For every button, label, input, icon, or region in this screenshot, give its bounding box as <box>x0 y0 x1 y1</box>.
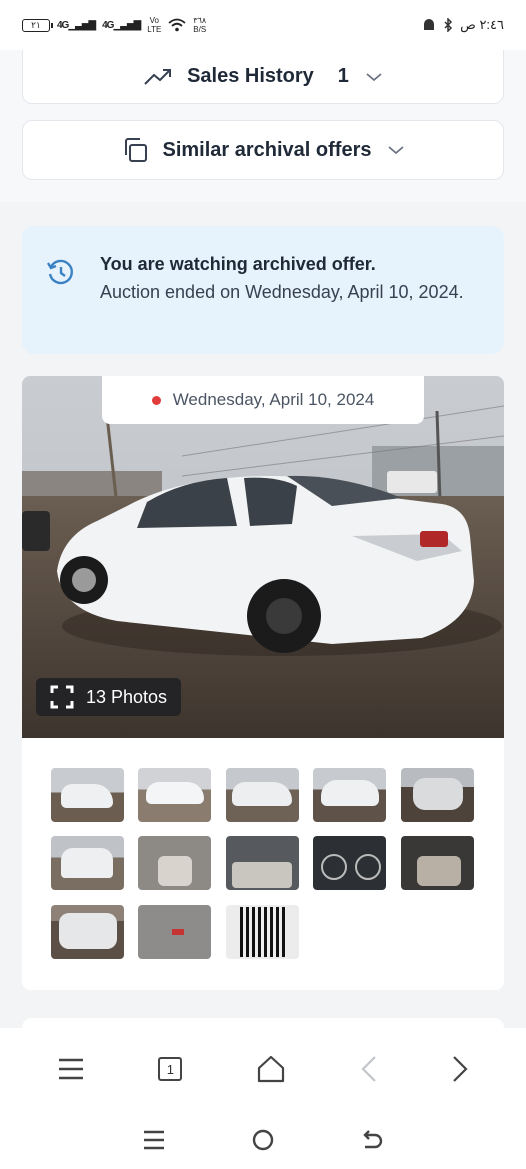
thumbnail[interactable] <box>51 836 124 890</box>
chevron-down-icon <box>365 72 383 82</box>
live-dot-icon <box>151 395 161 405</box>
main-photo[interactable]: Wednesday, April 10, 2024 13 Photos <box>22 376 504 738</box>
signal-icon: 4G▁▃▅▇ <box>57 19 96 31</box>
sales-history-accordion[interactable]: Sales History 1 <box>22 50 504 104</box>
signal-icon-2: 4G▁▃▅▇ <box>102 19 141 31</box>
auction-date: Wednesday, April 10, 2024 <box>172 390 375 409</box>
view-all-photos-button[interactable]: 13 Photos <box>36 678 182 716</box>
thumbnail[interactable] <box>138 905 211 959</box>
android-icon <box>424 19 435 30</box>
history-icon <box>46 258 76 296</box>
tab-count: 1 <box>166 1061 174 1077</box>
chevron-down-icon <box>387 145 405 155</box>
fullscreen-icon <box>50 685 74 709</box>
wifi-icon <box>168 18 186 32</box>
back-icon[interactable] <box>360 1055 378 1083</box>
thumbnail[interactable] <box>138 768 211 822</box>
home-circle-icon[interactable] <box>252 1129 274 1151</box>
clock: ٢:٤٦ ص <box>460 17 504 32</box>
thumbnail[interactable] <box>51 905 124 959</box>
forward-icon[interactable] <box>451 1055 469 1083</box>
home-icon[interactable] <box>256 1054 286 1084</box>
thumbnail[interactable] <box>226 905 299 959</box>
similar-offers-accordion[interactable]: Similar archival offers <box>22 120 504 180</box>
network-speed: ٣٦٨ B/S <box>193 16 207 34</box>
thumbnail[interactable] <box>313 768 386 822</box>
thumbnail[interactable] <box>226 768 299 822</box>
similar-offers-label: Similar archival offers <box>162 138 372 161</box>
tabs-button[interactable]: 1 <box>158 1057 183 1081</box>
system-back-icon[interactable] <box>361 1129 383 1151</box>
thumbnail[interactable] <box>401 836 474 890</box>
thumbnail[interactable] <box>51 768 124 822</box>
thumbnail[interactable] <box>226 836 299 890</box>
copy-icon <box>121 136 149 164</box>
auction-date-chip: Wednesday, April 10, 2024 <box>102 376 424 424</box>
trending-up-icon <box>143 67 173 87</box>
photo-gallery: Wednesday, April 10, 2024 13 Photos <box>22 376 504 990</box>
sales-history-label: Sales History <box>187 65 314 87</box>
main-content: You are watching archived offer. Auction… <box>0 202 526 1028</box>
browser-toolbar: 1 <box>0 1028 526 1110</box>
thumbnail[interactable] <box>313 836 386 890</box>
sales-history-count: 1 <box>337 65 349 87</box>
bluetooth-icon <box>444 18 453 32</box>
offer-details-panel: Sales History 1 Similar archival offers <box>0 50 526 202</box>
status-bar: ٢١ 4G▁▃▅▇ 4G▁▃▅▇ Vo LTE ٣٦٨ B/S ٢:٤٦ ص <box>0 0 526 50</box>
photos-count-label: 13 Photos <box>86 686 168 707</box>
system-navigation <box>0 1110 526 1169</box>
battery-icon: ٢١ <box>22 18 53 32</box>
notice-title: You are watching archived offer. <box>100 254 376 274</box>
recent-apps-icon[interactable] <box>143 1130 165 1150</box>
volte-indicator: Vo LTE <box>147 16 162 34</box>
thumbnail[interactable] <box>138 836 211 890</box>
menu-icon[interactable] <box>57 1057 85 1081</box>
archived-offer-notice: You are watching archived offer. Auction… <box>22 226 504 354</box>
thumbnail[interactable] <box>401 768 474 822</box>
notice-body: Auction ended on Wednesday, April 10, 20… <box>100 282 464 302</box>
